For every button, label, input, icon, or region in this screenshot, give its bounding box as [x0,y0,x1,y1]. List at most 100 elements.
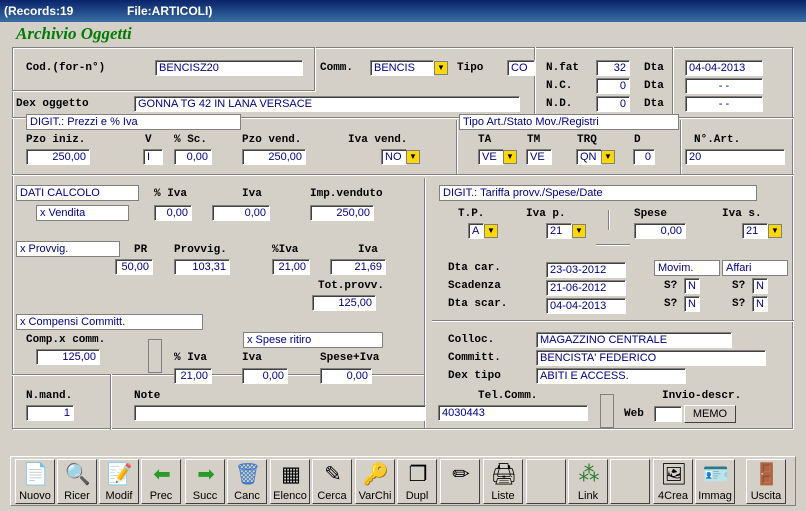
dta-car-field[interactable]: 23-03-2012 [546,262,626,278]
dta-scar-field[interactable]: 04-04-2013 [546,298,626,314]
scroll-handle[interactable] [148,339,162,373]
liste-button[interactable]: 🖨 Liste [483,459,523,504]
tm-field[interactable]: VE [526,149,552,165]
immag-button[interactable]: 🪪 Immag [695,459,735,504]
iva-vend-select[interactable]: NO [381,149,407,165]
elenco-button[interactable]: ▦ Elenco [270,459,310,504]
nc-label: N.C. [546,80,573,92]
ta-dropdown-icon[interactable]: ▼ [503,150,517,164]
note-label: Note [134,390,161,402]
ricer-button[interactable]: 🔍 Ricer [57,459,97,504]
divider [424,178,426,428]
dta3-field[interactable]: - - [685,96,763,112]
committ-field[interactable]: BENCISTA' FEDERICO [536,350,766,366]
iva-vend-dropdown-icon[interactable]: ▼ [406,150,420,164]
memo-button[interactable]: MEMO [684,405,736,423]
d-label: D [634,134,641,146]
pzo-vend-field[interactable]: 250,00 [242,149,306,165]
empty-button[interactable] [610,459,650,504]
trq-dropdown-icon[interactable]: ▼ [601,150,615,164]
sc-field[interactable]: 0,00 [174,149,212,165]
tp-dropdown-icon[interactable]: ▼ [484,224,498,238]
nuovo-button[interactable]: 📄 Nuovo [15,459,55,504]
note-field[interactable] [134,405,426,421]
canc-label: Canc [234,490,260,502]
uscita-button[interactable]: 🚪 Uscita [746,459,786,504]
web-field[interactable] [654,406,682,422]
nuovo-label: Nuovo [19,490,51,502]
tipo-art-header: Tipo Art./Stato Mov./Registri [459,114,679,130]
spese-field[interactable]: 0,00 [634,223,686,239]
succ-button[interactable]: ➡ Succ [185,459,225,504]
ivas-dropdown-icon[interactable]: ▼ [768,224,782,238]
scadenza-field[interactable]: 21-06-2012 [546,280,626,296]
trq-select[interactable]: QN [576,149,602,165]
tel-comm-field[interactable]: 4030443 [438,405,588,421]
colloc-field[interactable]: MAGAZZINO CENTRALE [536,332,732,348]
divider [432,320,794,322]
ivas-select[interactable]: 21 [742,223,768,239]
ivap-select[interactable]: 21 [546,223,572,239]
ta-label: TA [478,134,492,146]
dupl-button[interactable]: ❐ Dupl [397,459,437,504]
nc-field[interactable]: 0 [596,78,630,94]
comp-iva-field[interactable]: 0,00 [242,368,288,384]
modif-button[interactable]: 📝 Modif [99,459,139,504]
canc-button[interactable]: 🗑 Canc [227,459,267,504]
tot-provv-field[interactable]: 125,00 [312,295,376,311]
ta-select[interactable]: VE [478,149,504,165]
pzo-iniz-field[interactable]: 250,00 [26,149,90,165]
empty-button[interactable] [526,459,566,504]
provv-piva-field[interactable]: 21,00 [272,259,310,275]
cerca-button[interactable]: ✎ Cerca [312,459,352,504]
comp-comm-field[interactable]: 125,00 [36,349,100,365]
comp-piva-field[interactable]: 21,00 [174,368,212,384]
s4-field[interactable]: N [752,296,768,312]
pr-label: PR [134,244,148,256]
tp-select[interactable]: A [468,223,484,239]
divider [680,120,682,174]
ivap-dropdown-icon[interactable]: ▼ [572,224,586,238]
dex-tipo-field[interactable]: ABITI E ACCESS. [536,368,686,384]
prec-button[interactable]: ⬅ Prec [141,459,181,504]
liste-label: Liste [491,490,515,502]
dta2-field[interactable]: - - [685,78,763,94]
dex-field[interactable]: GONNA TG 42 IN LANA VERSACE [134,96,520,112]
cod-field[interactable]: BENCISZ20 [155,60,303,76]
ivas-label: Iva s. [722,208,762,220]
nmand-field[interactable]: 1 [26,405,74,421]
link-button[interactable]: ⁂ Link [568,459,608,504]
varchi-button[interactable]: 🔑 VarChi [355,459,395,504]
v-field[interactable]: I [143,149,163,165]
tipo-field[interactable]: CO [507,60,535,76]
s3-field[interactable]: N [684,296,700,312]
s3-label: S? [664,298,678,310]
crea-button[interactable]: 🖼 4Crea [653,459,693,504]
provv-iva-field[interactable]: 21,69 [330,259,386,275]
dta1-field[interactable]: 04-04-2013 [685,60,763,76]
pr-field[interactable]: 50,00 [115,259,153,275]
provv-header: x Provvig. [16,241,120,257]
nfat-field[interactable]: 32 [596,60,630,76]
nd-field[interactable]: 0 [596,96,630,112]
calcolo-header: DATI CALCOLO [16,185,139,201]
search-icon: 🔍 [64,463,92,486]
scroll-handle[interactable] [600,394,614,428]
comm-dropdown-icon[interactable]: ▼ [434,61,448,75]
calc-iva-field[interactable]: 0,00 [212,205,270,221]
edit-list-button[interactable]: ✏ [440,459,480,504]
committ-label: Committ. [448,352,501,364]
provvig-field[interactable]: 103,31 [174,259,230,275]
scadenza-label: Scadenza [448,280,501,292]
d-field[interactable]: 0 [633,149,655,165]
dta1-label: Dta [644,62,664,74]
dta-scar-label: Dta scar. [448,298,508,310]
prezzi-header: DIGIT.: Prezzi e % Iva [26,114,241,130]
nart-field[interactable]: 20 [685,149,785,165]
comm-select[interactable]: BENCIS [370,60,434,76]
calc-piva-field[interactable]: 0,00 [154,205,192,221]
spese-iva-field[interactable]: 0,00 [320,368,372,384]
s2-field[interactable]: N [752,278,768,294]
s1-field[interactable]: N [684,278,700,294]
imp-venduto-field[interactable]: 250,00 [310,205,374,221]
